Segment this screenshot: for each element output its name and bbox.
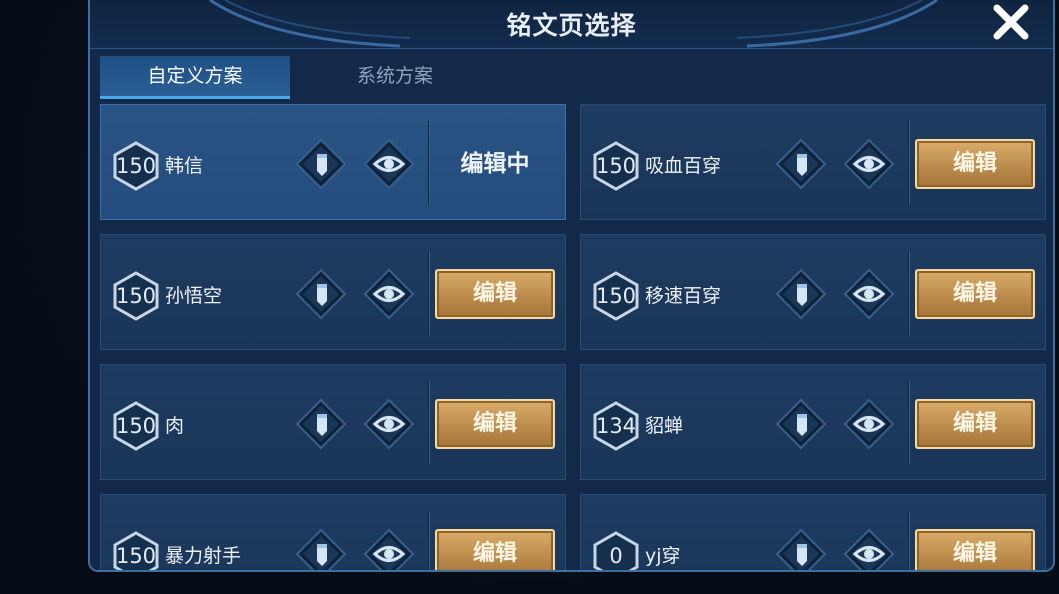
card-divider (428, 511, 430, 570)
pencil-icon[interactable] (295, 528, 347, 572)
tab-system-plans[interactable]: 系统方案 (300, 56, 490, 96)
card-divider (908, 381, 910, 465)
page-card-8[interactable]: 0 yj穿 编辑 (580, 494, 1046, 572)
page-card-2[interactable]: 150 吸血百穿 编辑 (580, 104, 1046, 220)
editing-status: 编辑中 (460, 151, 530, 177)
card-divider (908, 121, 910, 205)
page-card-1[interactable]: 150 韩信 编辑中 (100, 104, 566, 220)
page-level: 150 (115, 414, 157, 438)
edit-button[interactable]: 编辑 (915, 529, 1035, 570)
page-card-7[interactable]: 150 暴力射手 编辑 (100, 494, 566, 572)
eye-icon[interactable] (843, 398, 895, 450)
page-name: 孙悟空 (165, 285, 223, 307)
dialog-header: 铭文页选择 (90, 0, 1053, 49)
page-level: 0 (609, 544, 623, 568)
page-name: yj穿 (645, 545, 681, 567)
card-divider (428, 121, 430, 205)
edit-button[interactable]: 编辑 (435, 529, 555, 570)
edit-button[interactable]: 编辑 (915, 139, 1035, 189)
edit-button[interactable]: 编辑 (915, 269, 1035, 319)
page-name: 韩信 (165, 155, 204, 177)
dialog-title: 铭文页选择 (506, 11, 637, 40)
inscription-page-dialog: 铭文页选择 自定义方案 系统方案 150 韩信 编辑中 150 吸血百穿 编辑 … (88, 0, 1055, 572)
edit-button[interactable]: 编辑 (915, 399, 1035, 449)
eye-icon[interactable] (843, 138, 895, 190)
card-divider (908, 251, 910, 335)
pencil-icon[interactable] (775, 528, 827, 572)
eye-icon[interactable] (843, 268, 895, 320)
card-divider (908, 511, 910, 570)
card-divider (428, 381, 430, 465)
close-icon[interactable] (991, 2, 1031, 42)
eye-icon[interactable] (363, 528, 415, 572)
pencil-icon[interactable] (775, 398, 827, 450)
page-level: 150 (595, 284, 637, 308)
pencil-icon[interactable] (295, 268, 347, 320)
tab-custom-plans[interactable]: 自定义方案 (100, 56, 290, 99)
edit-button[interactable]: 编辑 (435, 399, 555, 449)
page-level: 150 (115, 284, 157, 308)
pencil-icon[interactable] (295, 138, 347, 190)
page-name: 肉 (165, 415, 185, 437)
page-name: 貂蝉 (645, 415, 684, 437)
page-card-6[interactable]: 134 貂蝉 编辑 (580, 364, 1046, 480)
page-name: 暴力射手 (165, 545, 242, 567)
pencil-icon[interactable] (295, 398, 347, 450)
edit-button[interactable]: 编辑 (435, 269, 555, 319)
page-level: 150 (595, 154, 637, 178)
card-divider (428, 251, 430, 335)
page-level: 134 (595, 414, 637, 438)
page-card-5[interactable]: 150 肉 编辑 (100, 364, 566, 480)
eye-icon[interactable] (363, 398, 415, 450)
page-name: 吸血百穿 (645, 155, 722, 177)
pencil-icon[interactable] (775, 268, 827, 320)
page-level: 150 (115, 544, 157, 568)
eye-icon[interactable] (363, 268, 415, 320)
eye-icon[interactable] (363, 138, 415, 190)
page-card-4[interactable]: 150 移速百穿 编辑 (580, 234, 1046, 350)
pencil-icon[interactable] (775, 138, 827, 190)
eye-icon[interactable] (843, 528, 895, 572)
page-name: 移速百穿 (645, 285, 722, 307)
page-card-3[interactable]: 150 孙悟空 编辑 (100, 234, 566, 350)
page-level: 150 (115, 154, 157, 178)
